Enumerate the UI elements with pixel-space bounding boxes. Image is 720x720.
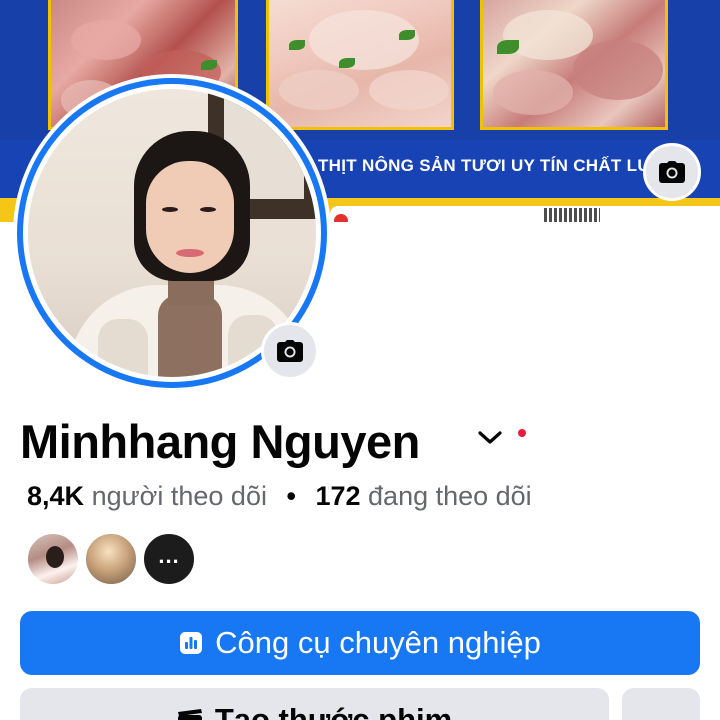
more-followers-avatar[interactable]: ... [142, 532, 196, 586]
stats-separator: • [286, 481, 296, 511]
edit-cover-button[interactable] [643, 143, 701, 201]
camera-icon [277, 340, 303, 362]
following-label[interactable]: đang theo dõi [368, 481, 532, 511]
chevron-down-icon [478, 431, 502, 444]
profile-switch-dropdown[interactable] [474, 422, 506, 454]
followers-count[interactable]: 8,4K [27, 481, 84, 511]
cover-logo [334, 214, 348, 222]
edit-profile-picture-button[interactable] [261, 322, 319, 380]
create-reel-label: Tạo thước phim [214, 702, 453, 720]
followers-preview[interactable]: ... [26, 532, 200, 586]
more-options-button[interactable]: ... [622, 688, 700, 720]
follower-avatar[interactable] [26, 532, 80, 586]
follow-stats: 8,4K người theo dõi • 172 đang theo dõi [27, 478, 532, 514]
create-reel-button[interactable]: Tạo thước phim [20, 688, 609, 720]
more-horizontal-icon: ... [649, 704, 673, 720]
cover-image-offal [480, 0, 668, 130]
qr-code [544, 208, 600, 222]
bar-chart-icon [180, 632, 203, 654]
professional-tools-label: Công cụ chuyên nghiệp [215, 625, 541, 660]
cover-white-strip [330, 206, 720, 222]
more-followers-label: ... [158, 543, 180, 568]
follower-avatar[interactable] [84, 532, 138, 586]
profile-page: THỊT NÔNG SẢN TƯƠI UY TÍN CHẤT LƯỢNG Min… [0, 0, 720, 720]
profile-name: Minhhang Nguyen [20, 415, 420, 468]
cover-banner-text: THỊT NÔNG SẢN TƯƠI UY TÍN CHẤT LƯỢNG [318, 156, 658, 175]
notification-dot [518, 429, 526, 437]
clapperboard-icon [177, 709, 202, 720]
professional-tools-button[interactable]: Công cụ chuyên nghiệp [20, 611, 700, 675]
camera-icon [659, 161, 685, 183]
following-count[interactable]: 172 [315, 481, 360, 511]
followers-label[interactable]: người theo dõi [92, 481, 267, 511]
